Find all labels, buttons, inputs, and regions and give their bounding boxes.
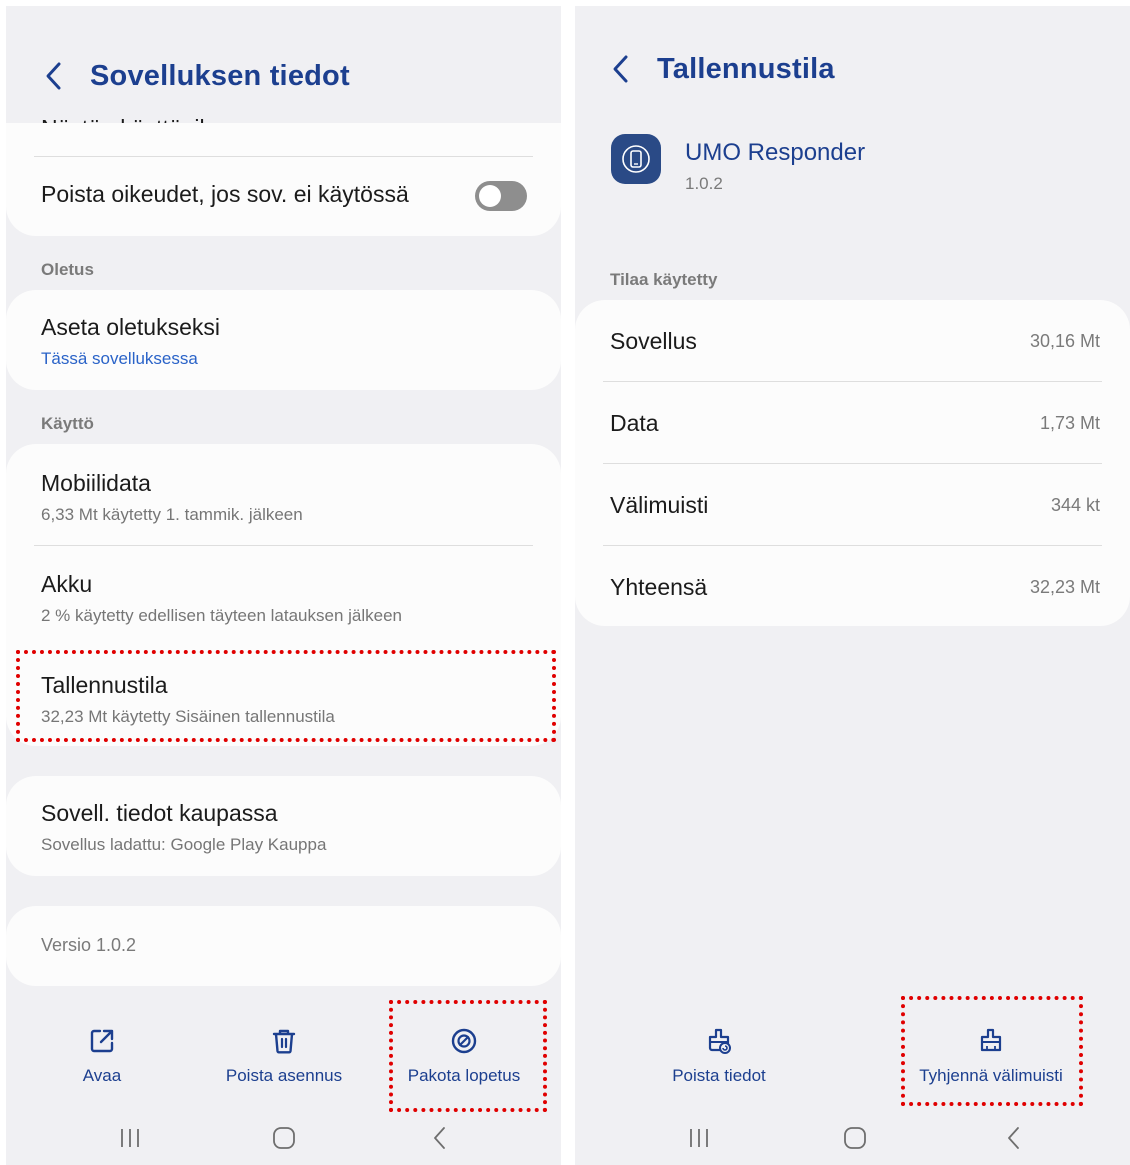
- app-bar: Tallennustila: [603, 51, 1130, 87]
- clipped-row-label: Näytön käyttöaika: [41, 106, 224, 123]
- home-icon: [844, 1127, 866, 1149]
- battery-subtitle: 2 % käytetty edellisen täyteen latauksen…: [41, 606, 403, 625]
- battery-title: Akku: [41, 571, 93, 597]
- storage-row-value: 344 kt: [1050, 494, 1100, 515]
- open-label: Avaa: [82, 1066, 122, 1085]
- home-button[interactable]: [260, 1118, 308, 1158]
- brush-data-icon: [708, 1028, 731, 1054]
- mobile-data-row[interactable]: Mobiilidata 6,33 Mt käytetty 1. tammik. …: [41, 470, 533, 525]
- stop-circle-icon: [451, 1028, 477, 1054]
- version-label: Versio 1.0.2: [41, 935, 137, 955]
- remove-permissions-row[interactable]: Poista oikeudet, jos sov. ei käytössä: [41, 181, 533, 208]
- force-stop-button[interactable]: Pakota lopetus: [399, 1026, 529, 1086]
- chevron-left-icon: [46, 62, 61, 90]
- storage-row-value: 30,16 Mt: [1029, 330, 1100, 351]
- store-info-row[interactable]: Sovell. tiedot kaupassa Sovellus ladattu…: [41, 800, 533, 855]
- storage-row-label: Välimuisti: [610, 491, 709, 518]
- system-back-button[interactable]: [990, 1118, 1038, 1158]
- force-stop-label: Pakota lopetus: [407, 1066, 521, 1085]
- storage-row-label: Sovellus: [610, 327, 697, 354]
- page-title: Tallennustila: [657, 52, 835, 85]
- chevron-left-icon: [613, 55, 628, 83]
- home-button[interactable]: [831, 1118, 879, 1158]
- storage-row-label: Yhteensä: [610, 573, 708, 600]
- divider: [34, 545, 533, 546]
- toggle-knob: [479, 185, 501, 207]
- system-back-button[interactable]: [416, 1118, 464, 1158]
- clear-data-label: Poista tiedot: [672, 1066, 766, 1085]
- recent-apps-button[interactable]: [106, 1118, 154, 1158]
- external-link-icon: [90, 1029, 114, 1053]
- storage-screen: Tallennustila UMO Responder 1.0.2 Tilaa …: [575, 6, 1130, 1165]
- storage-row-total: Yhteensä 32,23 Mt: [610, 546, 1100, 628]
- back-icon: [1008, 1127, 1019, 1149]
- app-version: 1.0.2: [685, 174, 723, 193]
- permissions-card: Poista oikeudet, jos sov. ei käytössä: [6, 123, 561, 236]
- app-bar: Sovelluksen tiedot: [36, 58, 561, 94]
- set-default-title: Aseta oletukseksi: [41, 314, 220, 340]
- remove-permissions-label: Poista oikeudet, jos sov. ei käytössä: [41, 181, 409, 207]
- version-card: Versio 1.0.2: [6, 906, 561, 986]
- storage-row-value: 1,73 Mt: [1039, 412, 1100, 433]
- uninstall-button[interactable]: Poista asennus: [214, 1026, 354, 1086]
- section-header-usage: Käyttö: [41, 414, 94, 433]
- store-title: Sovell. tiedot kaupassa: [41, 800, 278, 826]
- open-button[interactable]: Avaa: [62, 1026, 142, 1086]
- storage-row-value: 32,23 Mt: [1029, 576, 1100, 597]
- set-default-row[interactable]: Aseta oletukseksi Tässä sovelluksessa: [41, 314, 533, 369]
- remove-permissions-toggle[interactable]: [475, 181, 527, 211]
- recent-apps-icon: [121, 1129, 139, 1147]
- storage-row-app: Sovellus 30,16 Mt: [610, 300, 1100, 382]
- storage-subtitle: 32,23 Mt käytetty Sisäinen tallennustila: [41, 707, 335, 726]
- usage-card: Mobiilidata 6,33 Mt käytetty 1. tammik. …: [6, 444, 561, 746]
- back-button[interactable]: [36, 58, 72, 94]
- storage-row-label: Data: [610, 409, 659, 436]
- storage-card: Sovellus 30,16 Mt Data 1,73 Mt Välimuist…: [575, 300, 1130, 626]
- uninstall-label: Poista asennus: [225, 1066, 343, 1085]
- trash-icon: [272, 1029, 296, 1054]
- back-icon: [434, 1127, 445, 1149]
- battery-row[interactable]: Akku 2 % käytetty edellisen täyteen lata…: [41, 571, 533, 626]
- app-logo: [611, 134, 661, 184]
- storage-row[interactable]: Tallennustila 32,23 Mt käytetty Sisäinen…: [41, 672, 533, 727]
- clear-data-button[interactable]: Poista tiedot: [659, 1026, 779, 1086]
- set-default-subtitle: Tässä sovelluksessa: [41, 349, 198, 368]
- recent-apps-icon: [690, 1129, 708, 1147]
- section-header-space-used: Tilaa käytetty: [610, 270, 718, 289]
- storage-title: Tallennustila: [41, 672, 168, 698]
- clear-cache-button[interactable]: Tyhjennä välimuisti: [911, 1026, 1071, 1086]
- recent-apps-button[interactable]: [675, 1118, 723, 1158]
- clear-cache-label: Tyhjennä välimuisti: [919, 1066, 1063, 1085]
- app-info-screen: Sovelluksen tiedot Näytön käyttöaika Poi…: [6, 6, 561, 1165]
- home-icon: [273, 1127, 295, 1149]
- page-title: Sovelluksen tiedot: [90, 59, 350, 92]
- brush-icon: [980, 1028, 1002, 1052]
- mobile-data-subtitle: 6,33 Mt käytetty 1. tammik. jälkeen: [41, 505, 303, 524]
- store-subtitle: Sovellus ladattu: Google Play Kauppa: [41, 835, 327, 854]
- default-card: Aseta oletukseksi Tässä sovelluksessa: [6, 290, 561, 390]
- app-name: UMO Responder: [685, 139, 866, 166]
- section-header-default: Oletus: [41, 260, 94, 279]
- mobile-data-title: Mobiilidata: [41, 470, 151, 496]
- phone-icon: [622, 145, 650, 173]
- divider: [34, 156, 533, 157]
- storage-row-cache: Välimuisti 344 kt: [610, 464, 1100, 546]
- store-card: Sovell. tiedot kaupassa Sovellus ladattu…: [6, 776, 561, 876]
- storage-row-data: Data 1,73 Mt: [610, 382, 1100, 464]
- back-button[interactable]: [603, 51, 639, 87]
